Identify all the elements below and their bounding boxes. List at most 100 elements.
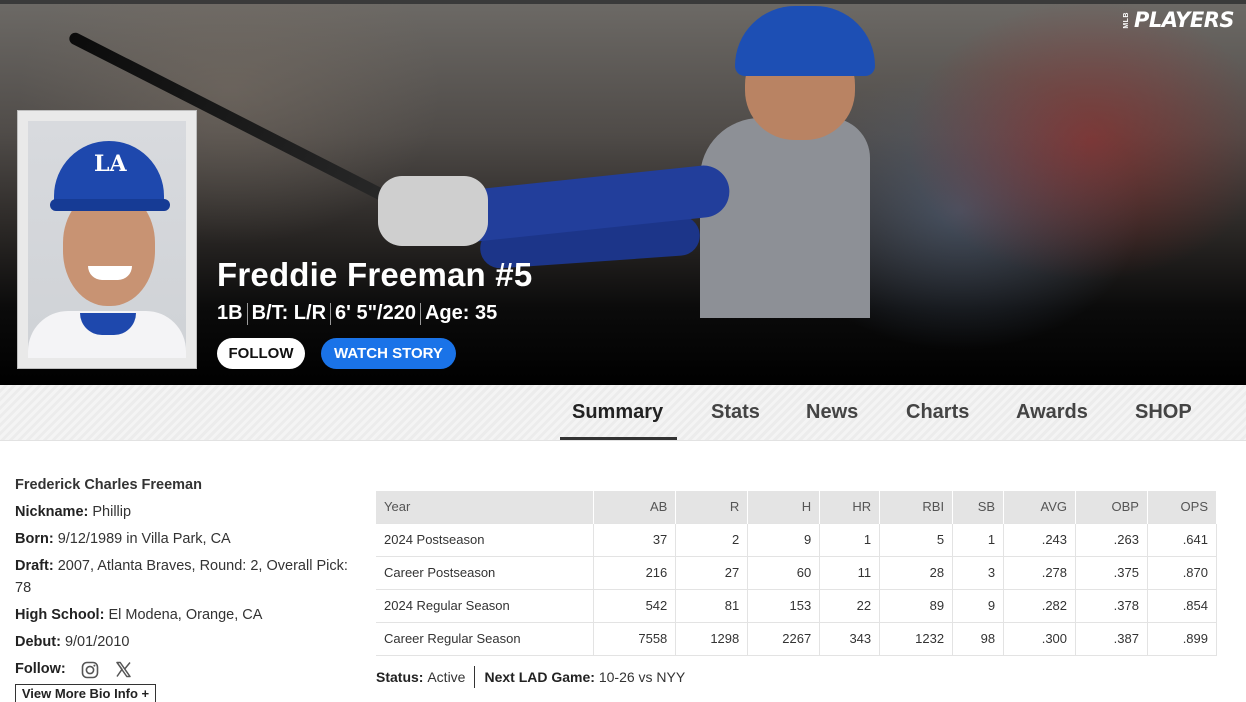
col-header[interactable]: AVG xyxy=(1003,491,1077,523)
hero-top-border xyxy=(0,0,1246,4)
table-cell: 3 xyxy=(952,555,1005,590)
table-cell: 60 xyxy=(747,555,821,590)
bio-nickname-label: Nickname: xyxy=(15,504,89,520)
table-cell: 9 xyxy=(747,522,821,557)
bio-draft-value: 2007, Atlanta Braves, Round: 2, Overall … xyxy=(15,558,348,596)
bio-full-name: Frederick Charles Freeman xyxy=(15,477,202,493)
table-cell: 81 xyxy=(675,588,749,623)
col-header[interactable]: OPS xyxy=(1147,491,1218,523)
tab-summary[interactable]: Summary xyxy=(572,401,663,424)
bio-draft-label: Draft: xyxy=(15,558,54,574)
table-cell: 2024 Regular Season xyxy=(376,588,595,623)
col-header[interactable]: RBI xyxy=(879,491,954,523)
bio-debut-value: 9/01/2010 xyxy=(64,634,130,650)
col-header[interactable]: R xyxy=(675,491,749,523)
table-cell: .641 xyxy=(1147,522,1218,557)
table-cell: .375 xyxy=(1075,555,1148,590)
status-divider xyxy=(474,666,476,688)
col-header[interactable]: H xyxy=(747,491,821,523)
table-cell: 37 xyxy=(593,522,677,557)
table-cell: 1 xyxy=(819,522,881,557)
tab-stats[interactable]: Stats xyxy=(711,401,760,424)
status-value: Active xyxy=(427,669,466,685)
table-cell: 542 xyxy=(593,588,677,623)
table-cell: .899 xyxy=(1147,621,1218,656)
bio-follow-row: Follow: xyxy=(15,656,365,683)
table-row: Career Postseason 216 27 60 11 28 3 .278… xyxy=(376,555,1218,590)
col-header[interactable]: AB xyxy=(593,491,677,523)
table-cell: .300 xyxy=(1003,621,1077,656)
bio-debut-label: Debut: xyxy=(15,634,61,650)
status-label: Status: xyxy=(376,669,424,685)
player-headshot: LA xyxy=(28,121,186,358)
bio-follow-label: Follow: xyxy=(15,661,66,677)
col-header[interactable]: OBP xyxy=(1075,491,1148,523)
hero-photo-gloves xyxy=(378,176,488,246)
col-header[interactable]: Year xyxy=(376,491,595,523)
player-hero-banner: MLB PLAYERS LA Freddie Freeman #5 1B B/T… xyxy=(0,0,1246,385)
bio-born-label: Born: xyxy=(15,531,54,547)
player-position: 1B xyxy=(217,302,243,324)
hero-photo-helmet xyxy=(735,6,875,76)
tab-shop[interactable]: SHOP xyxy=(1135,401,1192,424)
table-cell: .243 xyxy=(1003,522,1077,557)
table-cell: 11 xyxy=(819,555,881,590)
follow-button[interactable]: FOLLOW xyxy=(217,338,305,369)
bio-high-school-row: High School: El Modena, Orange, CA xyxy=(15,602,365,629)
table-cell: .870 xyxy=(1147,555,1218,590)
watch-story-button[interactable]: WATCH STORY xyxy=(321,338,456,369)
table-cell: Career Regular Season xyxy=(376,621,595,656)
table-cell: .278 xyxy=(1003,555,1077,590)
table-cell: 27 xyxy=(675,555,749,590)
logo-mlb-text: MLB xyxy=(1123,11,1131,29)
player-name: Freddie Freeman #5 xyxy=(217,256,533,293)
x-twitter-icon[interactable] xyxy=(114,660,134,680)
table-header-row: Year AB R H HR RBI SB AVG OBP OPS xyxy=(376,491,1218,523)
next-game-value[interactable]: 10-26 vs NYY xyxy=(599,669,685,685)
table-cell: 216 xyxy=(593,555,677,590)
table-cell: .854 xyxy=(1147,588,1218,623)
table-cell: .263 xyxy=(1075,522,1148,557)
table-row: 2024 Regular Season 542 81 153 22 89 9 .… xyxy=(376,588,1218,623)
table-cell: 9 xyxy=(952,588,1005,623)
bio-born-value: 9/12/1989 in Villa Park, CA xyxy=(57,531,231,547)
player-meta: 1B B/T: L/R 6' 5"/220 Age: 35 xyxy=(217,302,501,325)
player-height-weight: 6' 5"/220 xyxy=(335,302,416,324)
tab-news[interactable]: News xyxy=(806,401,858,424)
bio-debut-row: Debut: 9/01/2010 xyxy=(15,629,365,656)
tab-charts[interactable]: Charts xyxy=(906,401,969,424)
col-header[interactable]: HR xyxy=(819,491,881,523)
player-bio: Frederick Charles Freeman Nickname: Phil… xyxy=(15,472,365,683)
bio-high-school-value: El Modena, Orange, CA xyxy=(108,607,263,623)
table-cell: 2267 xyxy=(747,621,821,656)
table-cell: 2024 Postseason xyxy=(376,522,595,557)
active-tab-indicator xyxy=(560,437,677,440)
bio-nickname-value: Phillip xyxy=(92,504,132,520)
tab-awards[interactable]: Awards xyxy=(1016,401,1088,424)
bio-draft-row: Draft: 2007, Atlanta Braves, Round: 2, O… xyxy=(15,553,365,602)
bio-nickname-row: Nickname: Phillip xyxy=(15,499,365,526)
col-header[interactable]: SB xyxy=(952,491,1005,523)
player-age: Age: 35 xyxy=(424,302,498,324)
headshot-cap-logo: LA xyxy=(94,151,127,177)
table-cell: 89 xyxy=(879,588,954,623)
hero-photo-jersey xyxy=(700,118,870,318)
next-game-label: Next LAD Game: xyxy=(484,669,595,685)
table-cell: 2 xyxy=(675,522,749,557)
instagram-icon[interactable] xyxy=(80,660,100,680)
view-more-bio-button[interactable]: View More Bio Info + xyxy=(15,684,156,702)
table-cell: .387 xyxy=(1075,621,1148,656)
bio-high-school-label: High School: xyxy=(15,607,105,623)
table-cell: 5 xyxy=(879,522,954,557)
headshot-cap-brim xyxy=(50,199,170,211)
mlb-players-logo[interactable]: MLB PLAYERS xyxy=(1123,8,1234,32)
table-row: 2024 Postseason 37 2 9 1 5 1 .243 .263 .… xyxy=(376,522,1218,557)
table-cell: 98 xyxy=(952,621,1005,656)
stats-summary-table: Year AB R H HR RBI SB AVG OBP OPS 2024 P… xyxy=(376,491,1218,656)
table-cell: 1298 xyxy=(675,621,749,656)
bio-born-row: Born: 9/12/1989 in Villa Park, CA xyxy=(15,526,365,553)
table-cell: .282 xyxy=(1003,588,1077,623)
table-cell: 1 xyxy=(952,522,1005,557)
table-cell: Career Postseason xyxy=(376,555,595,590)
table-cell: 28 xyxy=(879,555,954,590)
